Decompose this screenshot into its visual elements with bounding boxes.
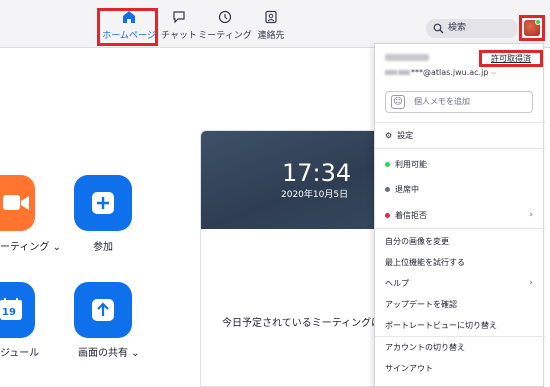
tab-contacts[interactable]: 連絡先 bbox=[242, 10, 300, 41]
contacts-icon bbox=[242, 10, 300, 28]
share-screen-label: 画面の共有 ⌄ bbox=[78, 348, 140, 359]
chevron-right-icon: › bbox=[529, 278, 533, 288]
schedule-button[interactable]: 19 bbox=[0, 282, 35, 338]
search-icon bbox=[433, 23, 444, 34]
calendar-day: 19 bbox=[2, 307, 16, 318]
search-box[interactable]: 検索 bbox=[426, 19, 518, 38]
schedule-label: ジュール bbox=[0, 348, 40, 359]
new-meeting-label: ーティング ⌄ bbox=[0, 242, 61, 253]
divider bbox=[375, 336, 545, 337]
status-away-dot bbox=[385, 187, 390, 192]
avatar-highlight-box bbox=[519, 15, 545, 41]
status-dnd-dot bbox=[385, 213, 390, 218]
menu-item-available[interactable]: 利用可能 bbox=[375, 159, 545, 170]
share-screen-button[interactable] bbox=[74, 282, 132, 338]
avatar[interactable] bbox=[524, 19, 541, 36]
tab-label: チャット bbox=[161, 31, 197, 41]
share-up-arrow-icon bbox=[92, 299, 114, 321]
clock-time: 17:34 bbox=[282, 159, 352, 187]
menu-item-check-updates[interactable]: アップデートを確認 bbox=[375, 299, 545, 310]
divider bbox=[375, 122, 545, 123]
status-available-dot bbox=[385, 162, 390, 167]
gear-icon: ⚙ bbox=[385, 131, 393, 140]
menu-item-portrait-view[interactable]: ポートレートビューに切り替え bbox=[375, 320, 545, 331]
join-label: 参加 bbox=[93, 242, 113, 253]
online-status-dot bbox=[535, 19, 541, 25]
license-badge: 許可取得済 bbox=[479, 50, 543, 67]
upcoming-meetings-card: 17:34 2020年10月5日 bbox=[200, 130, 380, 387]
search-label: 検索 bbox=[448, 23, 467, 33]
menu-item-switch-account[interactable]: アカウントの切り替え bbox=[375, 342, 545, 353]
personal-memo-input[interactable]: ☺ 個人メモを追加 bbox=[385, 91, 533, 113]
divider bbox=[375, 228, 545, 229]
menu-item-try-top-features[interactable]: 最上位機能を試行する bbox=[375, 257, 545, 268]
user-email: ***@atlas.jwu.ac.jp ⌣ bbox=[385, 68, 496, 78]
top-navigation-bar: ホームページ チャット ミーティング 連絡先 検索 bbox=[0, 0, 550, 48]
profile-menu: 許可取得済 ***@atlas.jwu.ac.jp ⌣ ☺ 個人メモを追加 ⚙ 設… bbox=[374, 43, 545, 387]
menu-item-help[interactable]: ヘルプ › bbox=[375, 278, 545, 289]
clock-date: 2020年10月5日 bbox=[281, 190, 349, 200]
plus-icon bbox=[92, 192, 114, 214]
menu-item-do-not-disturb[interactable]: 着信拒否 › bbox=[375, 210, 545, 221]
user-name-redacted bbox=[385, 54, 429, 61]
new-meeting-button[interactable] bbox=[0, 175, 35, 231]
join-button[interactable] bbox=[74, 175, 132, 231]
smiley-icon: ☺ bbox=[391, 95, 405, 109]
chevron-right-icon: › bbox=[529, 210, 533, 220]
tab-label: 連絡先 bbox=[257, 31, 285, 41]
menu-item-sign-out[interactable]: サインアウト bbox=[375, 363, 545, 374]
divider bbox=[375, 148, 545, 149]
home-highlight-box bbox=[97, 8, 158, 46]
menu-item-change-picture[interactable]: 自分の画像を変更 bbox=[375, 236, 545, 247]
menu-item-settings[interactable]: ⚙ 設定 bbox=[375, 130, 545, 141]
menu-item-away[interactable]: 退席中 bbox=[375, 184, 545, 195]
video-camera-icon bbox=[3, 195, 29, 210]
clock-banner: 17:34 2020年10月5日 bbox=[201, 131, 379, 229]
